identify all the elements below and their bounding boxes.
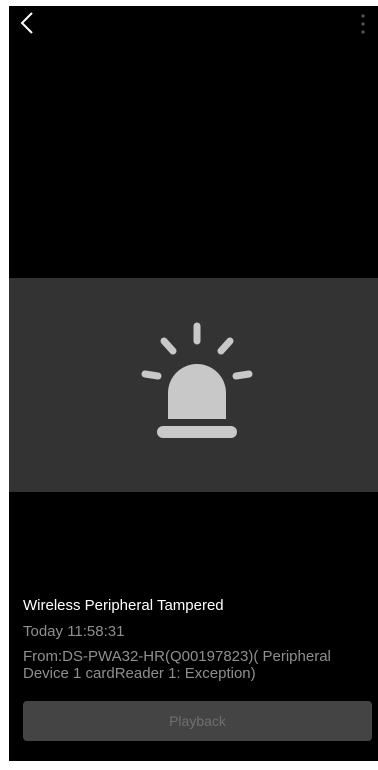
alarm-siren-icon [141, 322, 253, 438]
chevron-left-icon [20, 12, 33, 34]
event-source: From:DS-PWA32-HR(Q00197823)( Peripheral … [23, 648, 331, 682]
event-detail-page: Wireless Peripheral Tampered Today 11:58… [9, 6, 378, 761]
back-button[interactable] [15, 10, 41, 36]
event-time: Today 11:58:31 [23, 623, 125, 640]
more-options-button[interactable] [356, 11, 370, 39]
event-title: Wireless Peripheral Tampered [23, 597, 224, 614]
event-preview[interactable] [9, 278, 378, 492]
more-vertical-icon [361, 14, 365, 34]
playback-button[interactable]: Playback [23, 701, 372, 741]
screen: Wireless Peripheral Tampered Today 11:58… [0, 0, 378, 770]
